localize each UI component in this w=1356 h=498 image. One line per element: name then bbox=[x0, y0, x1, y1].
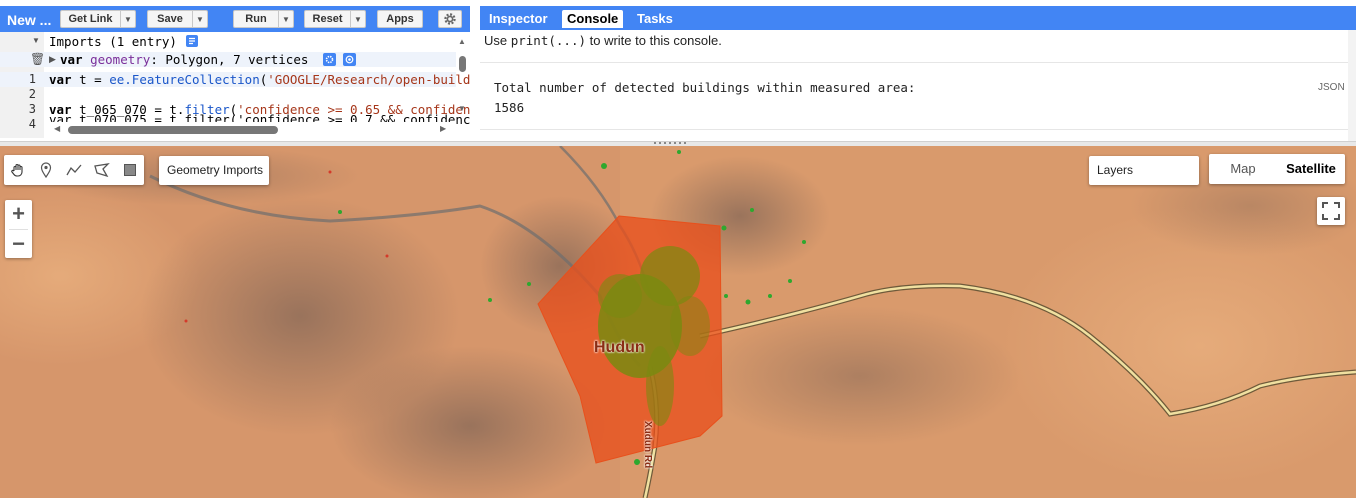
line-number: 1 bbox=[28, 72, 36, 86]
pin-icon bbox=[40, 162, 52, 178]
geometry-imports-button[interactable]: Geometry Imports bbox=[159, 156, 269, 185]
map-type-satellite[interactable]: Satellite bbox=[1277, 154, 1345, 184]
tab-console[interactable]: Console bbox=[562, 10, 624, 28]
tab-bar: Inspector Console Tasks bbox=[480, 6, 1356, 30]
scroll-down-icon[interactable]: ▼ bbox=[458, 104, 466, 113]
save-label: Save bbox=[157, 13, 183, 25]
document-icon[interactable] bbox=[186, 35, 198, 47]
apps-button[interactable]: Apps bbox=[377, 10, 423, 28]
run-button[interactable]: Run ▼ bbox=[233, 10, 294, 28]
zoom-in-button[interactable]: + bbox=[5, 200, 32, 229]
zoom-control: + − bbox=[5, 200, 32, 258]
imports-header-label: Imports (1 entry) bbox=[49, 34, 177, 49]
code-line[interactable]: 1 var t = ee.FeatureCollection('GOOGLE/R… bbox=[0, 72, 470, 87]
chevron-down-icon[interactable]: ▼ bbox=[32, 33, 40, 48]
console-hint: Use print(...) to write to this console. bbox=[484, 33, 722, 48]
vertical-scrollbar-thumb[interactable] bbox=[459, 56, 466, 72]
road-label: Xudun Rd bbox=[642, 421, 653, 469]
run-label: Run bbox=[245, 13, 267, 25]
map-view[interactable]: Hudun Xudun Rd Geometry Imports + − Laye… bbox=[0, 146, 1356, 498]
scroll-right-icon[interactable]: ▶ bbox=[440, 124, 446, 133]
console-output-value: 1586 bbox=[494, 100, 525, 115]
polygon-tool[interactable] bbox=[88, 155, 116, 185]
console-scrollbar[interactable] bbox=[1348, 30, 1356, 141]
get-link-label: Get Link bbox=[68, 13, 113, 25]
console-panel: Inspector Console Tasks Use print(...) t… bbox=[480, 0, 1356, 141]
hand-icon bbox=[11, 163, 23, 177]
reset-label: Reset bbox=[312, 13, 343, 25]
map-type-control: Map Satellite bbox=[1209, 154, 1345, 184]
satellite-imagery bbox=[0, 146, 1356, 498]
drag-handle-icon[interactable] bbox=[652, 141, 692, 145]
divider bbox=[480, 62, 1348, 63]
chevron-right-icon[interactable]: ▶ bbox=[49, 52, 56, 67]
fullscreen-icon bbox=[1322, 202, 1340, 220]
divider bbox=[480, 129, 1348, 130]
rectangle-icon bbox=[124, 164, 136, 176]
code-text: var t = ee.FeatureCollection('GOOGLE/Res… bbox=[49, 72, 470, 87]
imports-header[interactable]: ▼ Imports (1 entry) bbox=[0, 34, 460, 49]
settings-button[interactable] bbox=[438, 10, 462, 28]
horizontal-scrollbar-thumb[interactable] bbox=[68, 126, 278, 134]
map-type-map[interactable]: Map bbox=[1209, 154, 1277, 184]
get-link-button[interactable]: Get Link ▼ bbox=[60, 10, 136, 28]
import-keyword: var bbox=[60, 52, 83, 67]
apps-label: Apps bbox=[386, 13, 414, 25]
scroll-left-icon[interactable]: ◀ bbox=[54, 124, 60, 133]
layers-button[interactable]: Layers bbox=[1089, 156, 1199, 185]
polyline-icon bbox=[66, 164, 82, 176]
tab-tasks[interactable]: Tasks bbox=[632, 10, 678, 28]
code-editor-panel: New ... Get Link ▼ Save ▼ Run ▼ Reset ▼ … bbox=[0, 0, 474, 141]
save-button[interactable]: Save ▼ bbox=[147, 10, 208, 28]
line-number: 3 bbox=[28, 102, 36, 116]
target-icon[interactable] bbox=[343, 53, 356, 66]
reset-button[interactable]: Reset ▼ bbox=[304, 10, 366, 28]
town-label: Hudun bbox=[594, 339, 645, 356]
script-title[interactable]: New ... bbox=[7, 12, 51, 28]
line-tool[interactable] bbox=[60, 155, 88, 185]
gear-icon[interactable] bbox=[323, 53, 336, 66]
pan-tool[interactable] bbox=[4, 155, 32, 185]
polygon-icon bbox=[94, 163, 110, 177]
drawing-tools bbox=[4, 155, 144, 185]
chevron-down-icon[interactable]: ▼ bbox=[192, 11, 207, 27]
line-number: 2 bbox=[28, 87, 36, 101]
json-link[interactable]: JSON bbox=[1318, 82, 1345, 93]
gear-icon bbox=[444, 13, 456, 25]
import-description: : Polygon, 7 vertices bbox=[150, 52, 309, 67]
console-output-label: Total number of detected buildings withi… bbox=[494, 80, 916, 95]
scroll-up-icon[interactable]: ▲ bbox=[458, 37, 466, 46]
import-name: geometry bbox=[90, 52, 151, 67]
line-number: 4 bbox=[28, 117, 36, 131]
chevron-down-icon[interactable]: ▼ bbox=[278, 11, 293, 27]
code-toolbar: New ... Get Link ▼ Save ▼ Run ▼ Reset ▼ … bbox=[0, 6, 470, 32]
import-entry-geometry[interactable]: 🗑 ▶ var geometry: Polygon, 7 vertices bbox=[0, 52, 456, 67]
rectangle-tool[interactable] bbox=[116, 155, 144, 185]
tab-inspector[interactable]: Inspector bbox=[484, 10, 553, 28]
chevron-down-icon[interactable]: ▼ bbox=[350, 11, 365, 27]
chevron-down-icon[interactable]: ▼ bbox=[120, 11, 135, 27]
zoom-out-button[interactable]: − bbox=[5, 230, 32, 259]
fullscreen-button[interactable] bbox=[1317, 197, 1345, 225]
trash-icon[interactable]: 🗑 bbox=[30, 52, 45, 67]
marker-tool[interactable] bbox=[32, 155, 60, 185]
